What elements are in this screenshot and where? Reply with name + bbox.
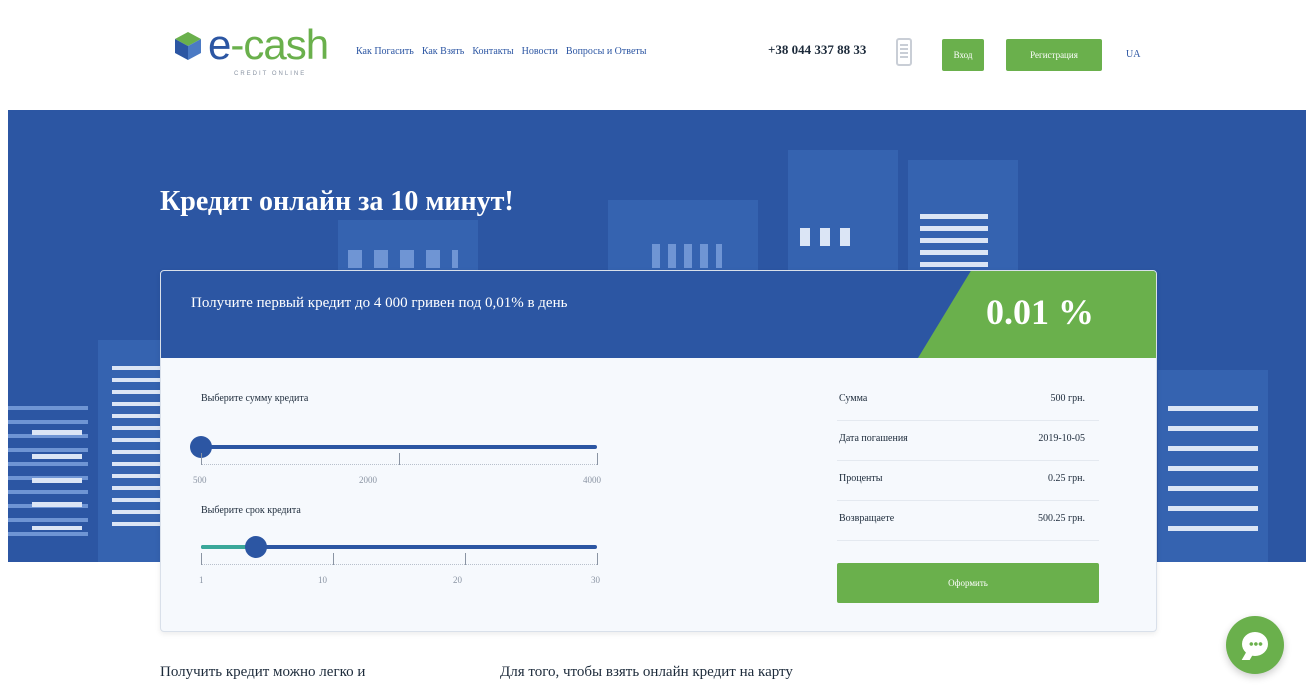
building-windows [1168,406,1258,546]
hero-title: Кредит онлайн за 10 минут! [160,186,514,217]
amount-tick-label: 500 [193,475,207,485]
slider-tick [333,553,334,565]
phone-icon [896,38,912,66]
login-button[interactable]: Вход [942,39,984,71]
slider-tick [597,553,598,565]
term-tick-label: 20 [453,575,462,585]
summary-row-amount: Сумма 500 грн. [837,381,1099,421]
term-slider-label: Выберите срок кредита [201,505,301,516]
rate-value: 0.01 % [986,292,1094,332]
amount-tick-label: 4000 [583,475,601,485]
summary-value: 500 грн. [1050,393,1085,404]
slider-tick [399,453,400,465]
term-tick-label: 1 [199,575,204,585]
slider-tick [597,453,598,465]
brand-tagline: CREDIT ONLINE [234,71,307,77]
summary-row-interest: Проценты 0.25 грн. [837,461,1099,501]
register-button[interactable]: Регистрация [1006,39,1102,71]
brand-name: e-cash [208,21,329,68]
summary-key: Проценты [839,473,883,484]
section-heading-left: Получить кредит можно легко и [160,664,366,680]
summary-key: Возвращаете [839,513,895,524]
brand-logo[interactable]: e-cash CREDIT ONLINE [172,21,350,84]
calculator-header: Получите первый кредит до 4 000 гривен п… [161,271,1156,358]
language-switch[interactable]: UA [1126,49,1140,60]
brand-name-prefix: e [208,21,231,68]
nav-item-news[interactable]: Новости [522,46,558,57]
building-windows [800,228,860,246]
main-nav: Как Погасить Как Взять Контакты Новости … [356,46,646,57]
term-slider-scale [201,551,598,565]
rate-badge: 0.01 % [918,271,1156,358]
slider-tick [201,453,202,465]
term-tick-label: 30 [591,575,600,585]
nav-item-how-to-repay[interactable]: Как Погасить [356,46,414,57]
summary-key: Дата погашения [839,433,908,444]
amount-slider-track[interactable] [201,445,597,449]
phone-number[interactable]: +38 044 337 88 33 [768,42,866,58]
loan-calculator: Получите первый кредит до 4 000 гривен п… [160,270,1157,632]
calculator-headline: Получите первый кредит до 4 000 гривен п… [191,295,568,311]
amount-tick-label: 2000 [359,475,377,485]
nav-item-how-to-borrow[interactable]: Как Взять [422,46,465,57]
section-heading-right: Для того, чтобы взять онлайн кредит на к… [500,664,793,680]
cube-logo-icon [175,32,201,60]
summary-key: Сумма [839,393,868,404]
summary-value: 0.25 грн. [1048,473,1085,484]
building-windows [32,430,82,530]
apply-button[interactable]: Оформить [837,563,1099,603]
term-tick-label: 10 [318,575,327,585]
building-windows [112,366,162,526]
slider-tick [465,553,466,565]
building-windows [920,214,988,270]
building-windows [652,244,722,268]
site-header: e-cash CREDIT ONLINE Как Погасить Как Вз… [0,0,1306,110]
slider-tick [201,553,202,565]
amount-slider-scale [201,451,598,465]
summary-row-due-date: Дата погашения 2019-10-05 [837,421,1099,461]
nav-item-contacts[interactable]: Контакты [472,46,513,57]
chat-icon [1242,632,1268,656]
building-windows [348,250,458,268]
chat-button[interactable] [1226,616,1284,674]
amount-slider-label: Выберите сумму кредита [201,393,309,404]
summary-value: 2019-10-05 [1038,433,1085,444]
summary-row-repay: Возвращаете 500.25 грн. [837,501,1099,541]
summary-value: 500.25 грн. [1038,513,1085,524]
brand-name-suffix: cash [243,21,329,68]
nav-item-faq[interactable]: Вопросы и Ответы [566,46,647,57]
